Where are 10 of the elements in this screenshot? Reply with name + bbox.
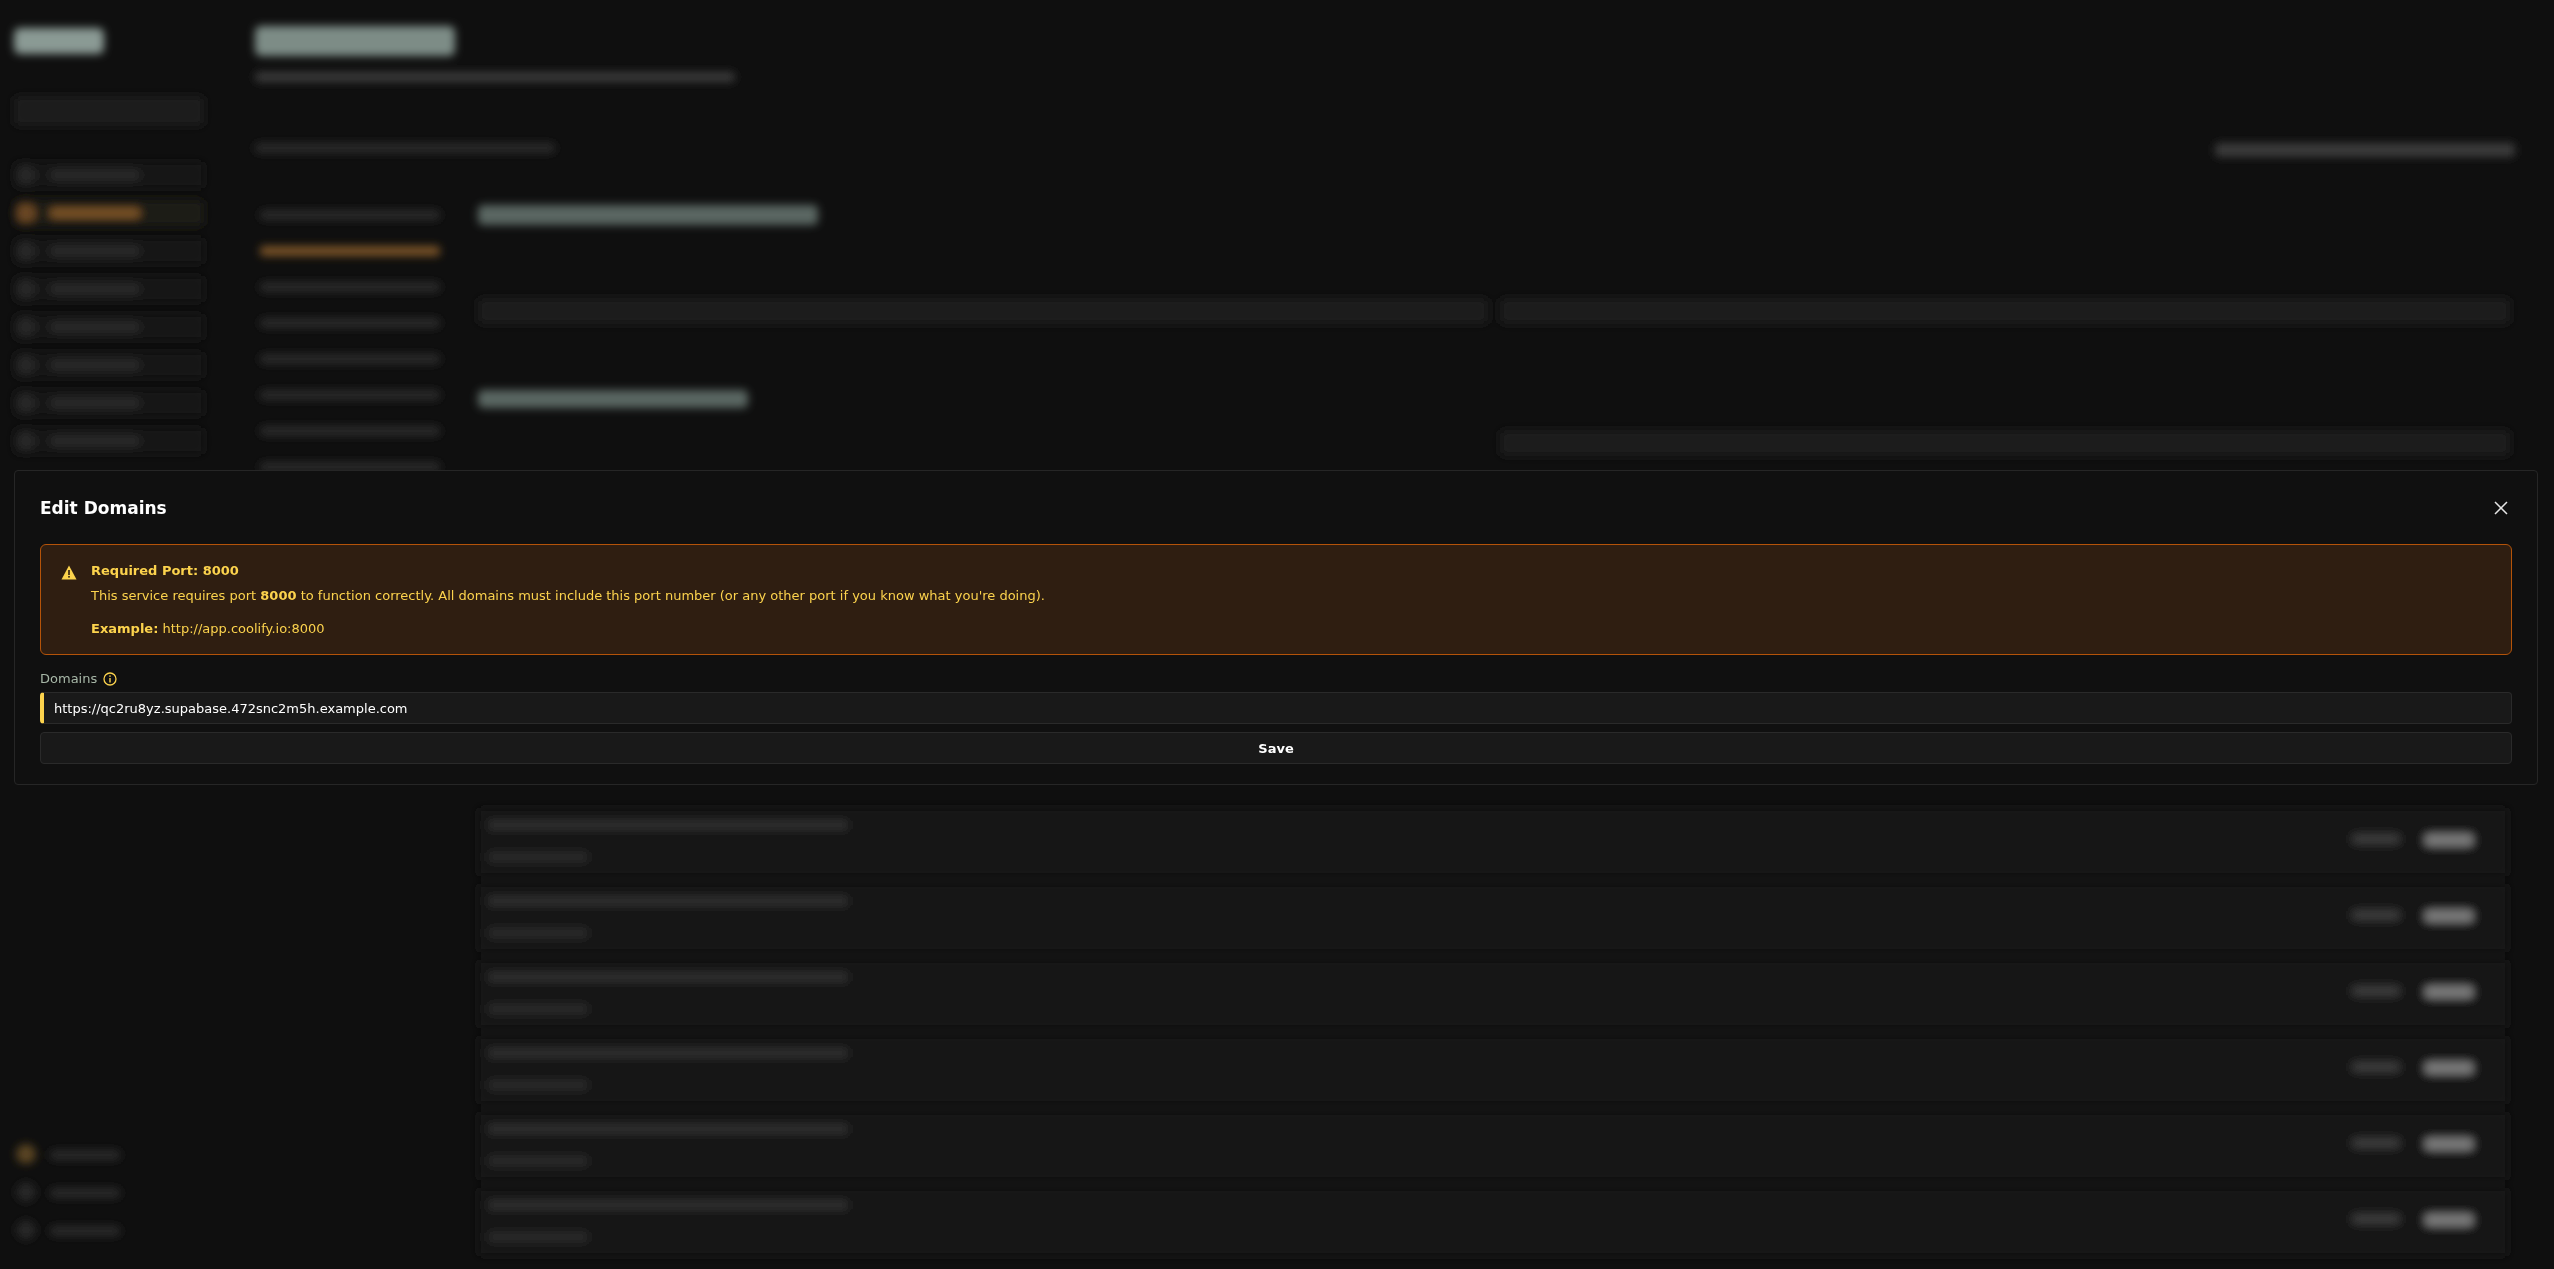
domains-label: Domains [40, 671, 98, 686]
alert-example: Example: http://app.coolify.io:8000 [91, 621, 326, 636]
info-icon [103, 671, 118, 686]
alert-title: Required Port: 8000 [91, 563, 240, 578]
close-icon [2494, 501, 2508, 515]
dialog-title: Edit Domains [40, 498, 167, 518]
save-button[interactable]: Save [40, 732, 2512, 764]
domains-input[interactable]: https://qc2ru8yz.supabase.472snc2m5h.example.com [40, 692, 2512, 724]
warning-icon [61, 565, 77, 580]
alert-message: This service requires port 8000 to function correctly. All domains must include this port number (or any other port if you know what you're doing). [91, 588, 1045, 603]
